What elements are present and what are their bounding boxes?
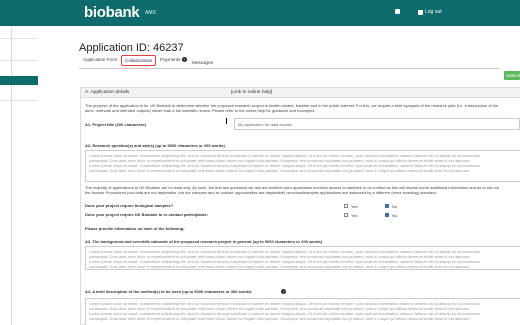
text-cursor [226, 118, 228, 124]
research-question-label: A2. Research question(s) and aim(s) (up … [85, 143, 225, 148]
application-details-panel: A. Application details [Link to online h… [80, 87, 520, 325]
recontact-yes-checkbox[interactable] [344, 213, 348, 217]
research-question-textarea[interactable]: Lorem ipsum dolor sit amet, consectetur … [85, 150, 520, 182]
project-title-input[interactable]: My application for data access [234, 118, 520, 130]
textarea-line: consequat. Duis aute irure dolor in repr… [89, 264, 471, 269]
sidebar-divider [0, 100, 38, 101]
tab-payments[interactable]: Payments ? [160, 57, 187, 62]
help-icon[interactable]: ? [181, 57, 187, 62]
sidebar-divider [0, 38, 38, 39]
tab-payments-label: Payments [160, 57, 181, 62]
logo-subtitle: AMS [145, 10, 156, 16]
methods-label: A4. A brief description of the method(s)… [85, 289, 252, 294]
user-menu[interactable] [395, 9, 402, 14]
recontact-no-label: No [392, 213, 398, 218]
biological-samples-question: Does your project require biological sam… [85, 203, 174, 208]
user-icon [395, 9, 400, 14]
recontact-yes-label: Yes [351, 213, 358, 218]
page-title: Application ID: 46237 [79, 42, 184, 54]
info-text: the Access Procedures (our data are not … [85, 190, 437, 195]
bio-samples-no-checkbox[interactable] [385, 204, 389, 208]
logout-icon [418, 9, 423, 15]
recontact-no-checkbox[interactable] [385, 213, 389, 217]
logout-link[interactable]: Log out [418, 9, 442, 15]
background-rationale-textarea[interactable]: Lorem ipsum dolor sit amet, consectetur … [85, 246, 520, 270]
bio-samples-yes-label: Yes [351, 204, 358, 209]
help-icon[interactable]: ? [281, 289, 286, 294]
logout-label: Log out [425, 9, 442, 15]
project-title-label: A1. Project title (200 characters) [85, 122, 146, 127]
bio-samples-yes-checkbox[interactable] [344, 204, 348, 208]
left-sidebar-frame [0, 26, 12, 325]
sidebar-item-active[interactable] [0, 76, 38, 85]
background-rationale-label: A3. The background and scientific ration… [85, 239, 323, 244]
methods-textarea[interactable]: Lorem ipsum dolor sit amet, consectetur … [85, 298, 520, 325]
project-title-value: My application for data access [238, 122, 292, 127]
intro-text: aims, methods and intended outputs) rath… [85, 108, 316, 113]
online-help-link[interactable]: [Link to online help] [231, 90, 272, 95]
tab-application-form[interactable]: Application Form [83, 57, 117, 62]
tab-bar: Application Form Collaborators Payments … [79, 55, 499, 69]
provide-info-text: Please provide information on each of th… [85, 226, 185, 231]
bio-samples-no-label: No [392, 204, 398, 209]
panel-header: A. Application details [Link to online h… [81, 88, 520, 98]
top-navigation-bar: biobank AMS Log out [0, 0, 520, 26]
section-title: A. Application details [85, 90, 130, 95]
biobank-logo[interactable]: biobank [84, 4, 140, 21]
textarea-line: consequat. Duis aute irure dolor in repr… [89, 316, 471, 321]
sidebar-divider [0, 60, 38, 61]
recontact-question: Does your project require UK Biobank to … [85, 212, 208, 217]
tab-messages[interactable]: Messages [192, 60, 213, 65]
tab-collaborators[interactable]: Collaborators [121, 55, 157, 66]
submit-button[interactable]: Submit [504, 71, 520, 80]
textarea-line: consequat. Duis aute irure dolor in repr… [89, 168, 471, 173]
